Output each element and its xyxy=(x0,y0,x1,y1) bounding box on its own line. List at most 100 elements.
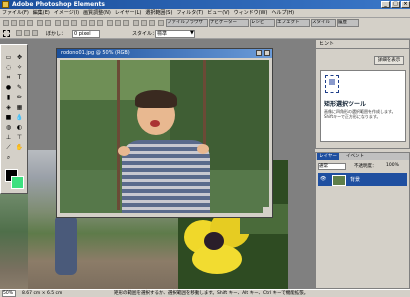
events-tab[interactable]: イベント xyxy=(344,153,366,160)
menu-filter[interactable]: フィルタ(T) xyxy=(174,9,205,18)
hand-tool-icon[interactable]: ✋ xyxy=(15,143,24,152)
new-selection-icon[interactable] xyxy=(16,30,22,36)
gradient-tool-icon[interactable]: ▦ xyxy=(15,103,24,112)
pattern-stamp-icon[interactable]: ⊤ xyxy=(15,133,24,142)
marquee-tool-icon[interactable]: ▭ xyxy=(4,53,13,62)
new-icon[interactable] xyxy=(3,20,9,26)
dodge-tool-icon[interactable]: ◐ xyxy=(15,123,24,132)
menu-file[interactable]: ファイル(F) xyxy=(0,9,31,18)
layers-tab[interactable]: レイヤー xyxy=(317,153,339,160)
marquee-hint-icon xyxy=(325,75,339,93)
layers-tabbar: レイヤー イベント xyxy=(316,153,409,160)
tab-file-browser[interactable]: ファイルブラウザ xyxy=(166,19,208,27)
app-title: Adobe Photoshop Elements xyxy=(12,1,105,8)
title-bar: Adobe Photoshop Elements _ □ × xyxy=(0,0,410,9)
maximize-button[interactable]: □ xyxy=(391,1,400,8)
tab-styles[interactable]: スタイル xyxy=(311,19,336,27)
layers-palette: レイヤー イベント 通常 不透明度： 100% 👁 背景 xyxy=(315,152,410,289)
web-icon[interactable] xyxy=(71,20,77,26)
tool-f-icon[interactable] xyxy=(123,20,129,26)
status-bar: 50% 8.67 cm × 6.5 cm 矩形の範囲を選択するか、選択範囲を移動… xyxy=(0,289,410,297)
more-info-button[interactable]: 詳細を表示 xyxy=(374,56,404,65)
zoom-field[interactable]: 50% xyxy=(2,290,16,297)
menu-bar: ファイル(F) 編集(E) イメージ(I) 画質調整(N) レイヤー(L) 選択範囲(S)… xyxy=(0,9,410,18)
hint-content: 矩形選択ツール 画像に四角形の選択範囲を作成します。Shiftキーで正方形になり… xyxy=(320,70,406,142)
clone-stamp-icon[interactable]: ⊥ xyxy=(4,133,13,142)
tab-history[interactable]: 履歴 xyxy=(337,19,359,27)
menu-view[interactable]: ビュー(V) xyxy=(205,9,231,18)
shape-tool-icon[interactable]: ■ xyxy=(4,113,13,122)
opacity-value[interactable]: 100% xyxy=(386,163,399,168)
document-minimize-button[interactable] xyxy=(256,50,262,56)
tool-b-icon[interactable] xyxy=(89,20,95,26)
status-message: 矩形の範囲を選択するか、選択範囲を移動します。Shift キー、Alt キー、C… xyxy=(114,291,309,296)
undo-icon[interactable] xyxy=(37,20,43,26)
close-button[interactable]: × xyxy=(401,1,410,8)
chevron-down-icon[interactable]: ▼ xyxy=(190,30,194,36)
sponge-tool-icon[interactable]: ◍ xyxy=(4,123,13,132)
resize-grip-icon[interactable] xyxy=(263,207,270,214)
print-icon[interactable] xyxy=(27,20,33,26)
blend-mode-select[interactable]: 通常 xyxy=(318,163,346,170)
pencil-tool-icon[interactable]: ✏ xyxy=(15,93,24,102)
eyedropper-icon[interactable]: ⟋ xyxy=(4,143,13,152)
toolbox: ▭ ✥ ◌ ✧ ⌗ T ● ✎ ▮ ✏ ◈ ▦ ■ 💧 ◍ ◐ ⊥ ⊤ ⟋ ✋ … xyxy=(0,44,28,194)
menu-enhance[interactable]: 画質調整(N) xyxy=(81,9,113,18)
menu-select[interactable]: 選択範囲(S) xyxy=(143,9,174,18)
tab-effects[interactable]: エフェクト xyxy=(276,19,310,27)
document-window: rodono01.jpg @ 50% (RGB) xyxy=(56,48,273,218)
save-icon[interactable] xyxy=(19,20,25,26)
red-eye-icon[interactable]: ● xyxy=(4,83,13,92)
photo-canvas[interactable] xyxy=(60,60,269,213)
tool-c-icon[interactable] xyxy=(97,20,103,26)
zoom-tool-icon[interactable]: ⌕ xyxy=(4,153,13,162)
menu-image[interactable]: イメージ(I) xyxy=(52,9,81,18)
email-icon[interactable] xyxy=(63,20,69,26)
help-icon[interactable] xyxy=(158,20,164,26)
layer-row-background[interactable]: 👁 背景 xyxy=(318,173,407,186)
tool-d-icon[interactable] xyxy=(107,20,113,26)
layer-name: 背景 xyxy=(350,177,361,183)
feather-input[interactable]: 0 pixel xyxy=(72,29,100,38)
tool-h-icon[interactable] xyxy=(141,20,147,26)
paint-bucket-icon[interactable]: ◈ xyxy=(4,103,13,112)
doc-dimensions: 8.67 cm × 6.5 cm xyxy=(22,291,63,296)
brush-tool-icon[interactable]: ✎ xyxy=(15,83,24,92)
hint-tool-name: 矩形選択ツール xyxy=(324,101,367,108)
feather-label: ぼかし： xyxy=(46,31,67,37)
add-selection-icon[interactable] xyxy=(24,30,30,36)
tool-a-icon[interactable] xyxy=(81,20,87,26)
magic-wand-icon[interactable]: ✧ xyxy=(15,63,24,72)
eraser-tool-icon[interactable]: ▮ xyxy=(4,93,13,102)
background-color-swatch[interactable] xyxy=(11,176,24,189)
tool-g-icon[interactable] xyxy=(133,20,139,26)
child-figure xyxy=(55,215,77,275)
blur-tool-icon[interactable]: 💧 xyxy=(15,113,24,122)
hints-header: ヒント xyxy=(316,40,409,49)
tool-i-icon[interactable] xyxy=(149,20,155,26)
options-bar: ぼかし： 0 pixel スタイル： 標準 ▼ xyxy=(0,28,410,39)
lasso-tool-icon[interactable]: ◌ xyxy=(4,63,13,72)
document-close-button[interactable] xyxy=(264,50,270,56)
crop-tool-icon[interactable]: ⌗ xyxy=(4,73,13,82)
move-tool-icon[interactable]: ✥ xyxy=(15,53,24,62)
tab-recipes[interactable]: レシピ xyxy=(250,19,275,27)
tab-navigator[interactable]: ナビゲーター xyxy=(209,19,249,27)
minimize-button[interactable]: _ xyxy=(381,1,390,8)
hints-palette: ヒント 詳細を表示 矩形選択ツール 画像に四角形の選択範囲を作成します。Shif… xyxy=(315,39,410,149)
style-select[interactable]: 標準 xyxy=(155,29,195,38)
subtract-selection-icon[interactable] xyxy=(32,30,38,36)
menu-help[interactable]: ヘルプ(H) xyxy=(269,9,296,18)
quick-fix-icon[interactable] xyxy=(55,20,61,26)
type-tool-icon[interactable]: T xyxy=(15,73,24,82)
marquee-option-icon xyxy=(3,30,10,37)
menu-window[interactable]: ウィンドウ(W) xyxy=(232,9,270,18)
tool-e-icon[interactable] xyxy=(115,20,121,26)
eye-icon[interactable]: 👁 xyxy=(320,176,326,182)
menu-edit[interactable]: 編集(E) xyxy=(31,9,52,18)
open-icon[interactable] xyxy=(11,20,17,26)
redo-icon[interactable] xyxy=(45,20,51,26)
menu-layer[interactable]: レイヤー(L) xyxy=(113,9,144,18)
palette-dock: ヒント 詳細を表示 矩形選択ツール 画像に四角形の選択範囲を作成します。Shif… xyxy=(315,39,410,289)
style-label: スタイル： xyxy=(132,31,158,37)
